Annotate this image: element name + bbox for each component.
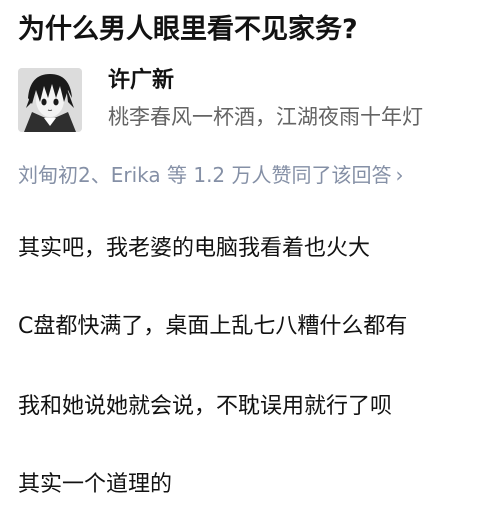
anime-avatar-icon [18, 68, 82, 132]
author-bio: 桃李春风一杯酒，江湖夜雨十年灯 [108, 105, 423, 129]
avatar[interactable] [18, 68, 82, 132]
answer-paragraph: 其实吧，我老婆的电脑我看着也火大 [18, 236, 371, 261]
chevron-right-icon: › [395, 163, 404, 187]
answer-paragraph: C盘都快满了，桌面上乱七八糟什么都有 [18, 314, 408, 339]
answer-paragraph: 我和她说她就会说，不耽误用就行了呗 [18, 394, 393, 419]
author-info: 许广新 桃李春风一杯酒，江湖夜雨十年灯 [18, 68, 488, 132]
question-title[interactable]: 为什么男人眼里看不见家务? [18, 8, 358, 52]
voters-summary-text: 刘甸初2、Erika 等 1.2 万人赞同了该回答 [18, 163, 392, 187]
answer-paragraph: 其实一个道理的 [18, 472, 173, 497]
author-name[interactable]: 许广新 [108, 66, 174, 96]
voters-summary-link[interactable]: 刘甸初2、Erika 等 1.2 万人赞同了该回答 › [18, 159, 404, 191]
